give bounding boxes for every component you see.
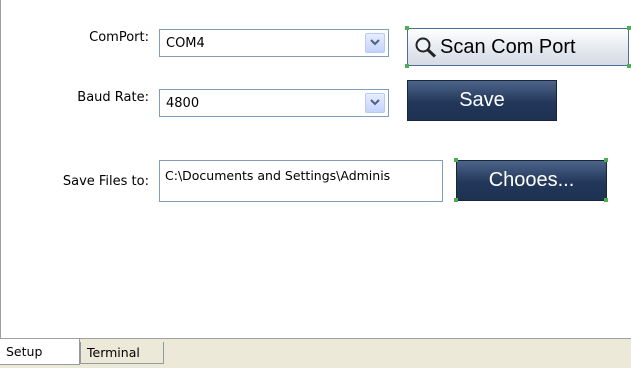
selection-handle: [627, 64, 631, 68]
scan-com-port-button[interactable]: Scan Com Port: [407, 28, 629, 66]
comport-select[interactable]: COM4: [159, 29, 389, 57]
selection-handle: [604, 198, 608, 202]
chevron-down-icon[interactable]: [365, 33, 385, 53]
selection-handle: [454, 158, 458, 162]
baud-rate-select[interactable]: 4800: [159, 89, 389, 117]
scan-com-port-label: Scan Com Port: [440, 35, 576, 58]
comport-label: ComPort:: [89, 30, 149, 45]
tab-terminal[interactable]: Terminal: [80, 342, 164, 364]
selection-handle: [604, 158, 608, 162]
save-files-label: Save Files to:: [62, 174, 149, 189]
save-path-field[interactable]: C:\Documents and Settings\Adminis: [159, 160, 443, 202]
comport-value: COM4: [166, 36, 205, 51]
baud-rate-label: Baud Rate:: [77, 90, 149, 105]
magnifier-icon: [414, 36, 438, 58]
choose-label: Chooes...: [488, 169, 575, 191]
tab-setup[interactable]: Setup: [0, 339, 80, 365]
selection-handle: [627, 26, 631, 30]
tab-bar: Setup Terminal: [0, 338, 631, 368]
save-path-value: C:\Documents and Settings\Adminis: [165, 168, 391, 183]
tab-terminal-label: Terminal: [87, 345, 140, 360]
choose-folder-button[interactable]: Chooes...: [456, 160, 607, 201]
save-label: Save: [459, 89, 505, 111]
setup-panel: ComPort: COM4 Scan Com Port Baud Rate: 4…: [0, 0, 631, 338]
selection-handle: [405, 64, 409, 68]
chevron-down-icon[interactable]: [365, 93, 385, 113]
baud-rate-value: 4800: [166, 96, 200, 111]
selection-handle: [405, 26, 409, 30]
save-button[interactable]: Save: [407, 80, 557, 121]
selection-handle: [454, 198, 458, 202]
tab-setup-label: Setup: [6, 344, 43, 359]
